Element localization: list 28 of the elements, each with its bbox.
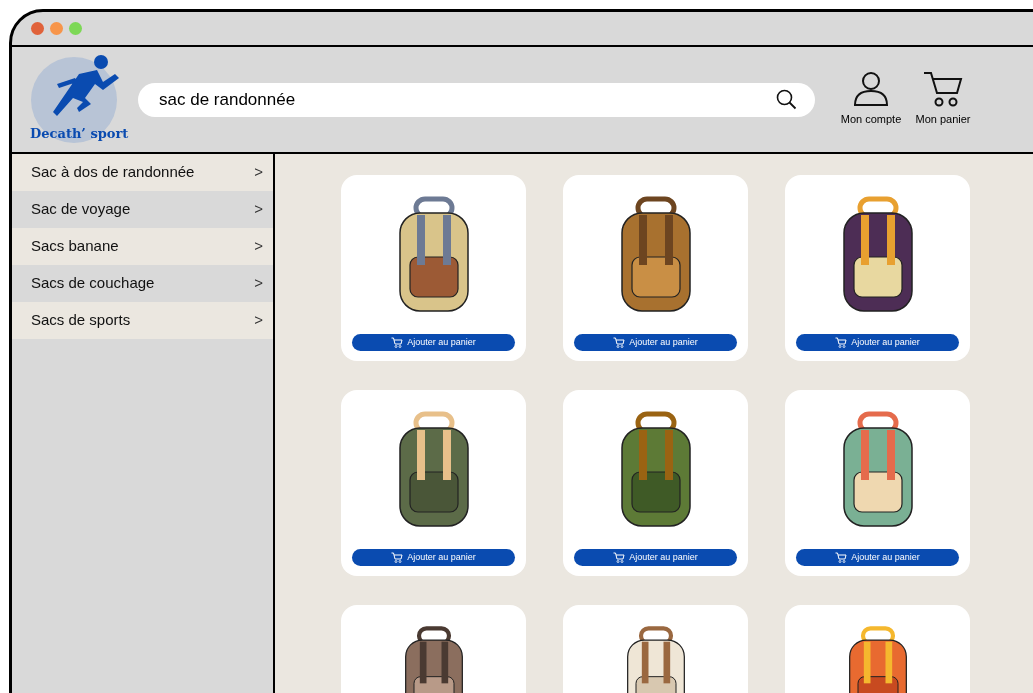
add-to-cart-button[interactable]: Ajouter au panier [574, 334, 737, 351]
add-to-cart-button[interactable]: Ajouter au panier [352, 549, 515, 566]
category-item[interactable]: Sacs banane > [12, 228, 273, 265]
chevron-icon: > [254, 272, 263, 295]
search-icon[interactable] [776, 89, 797, 110]
add-to-cart-button[interactable]: Ajouter au panier [352, 334, 515, 351]
chevron-icon: > [254, 198, 263, 221]
cart-icon [835, 337, 848, 348]
cart-link[interactable]: Mon panier [911, 71, 975, 128]
search-field[interactable]: sac de randonnée [159, 86, 776, 113]
cart-icon [391, 552, 404, 563]
person-icon [853, 71, 889, 108]
add-to-cart-button[interactable]: Ajouter au panier [796, 549, 959, 566]
cart-icon [835, 552, 848, 563]
chevron-icon: > [254, 161, 263, 184]
cart-icon [391, 337, 404, 348]
search-bar[interactable]: sac de randonnée [138, 82, 815, 117]
category-item[interactable]: Sac à dos de randonnée > [12, 154, 273, 191]
chevron-icon: > [254, 235, 263, 258]
cart-icon [613, 552, 626, 563]
cart-icon [923, 71, 963, 108]
add-to-cart-button[interactable]: Ajouter au panier [574, 549, 737, 566]
cart-icon [613, 337, 626, 348]
add-to-cart-button[interactable]: Ajouter au panier [796, 334, 959, 351]
category-item[interactable]: Sacs de sports > [12, 302, 273, 339]
chevron-icon: > [254, 309, 263, 332]
account-link[interactable]: Mon compte [839, 71, 903, 128]
logo-text: Decath’ sport [30, 125, 129, 143]
